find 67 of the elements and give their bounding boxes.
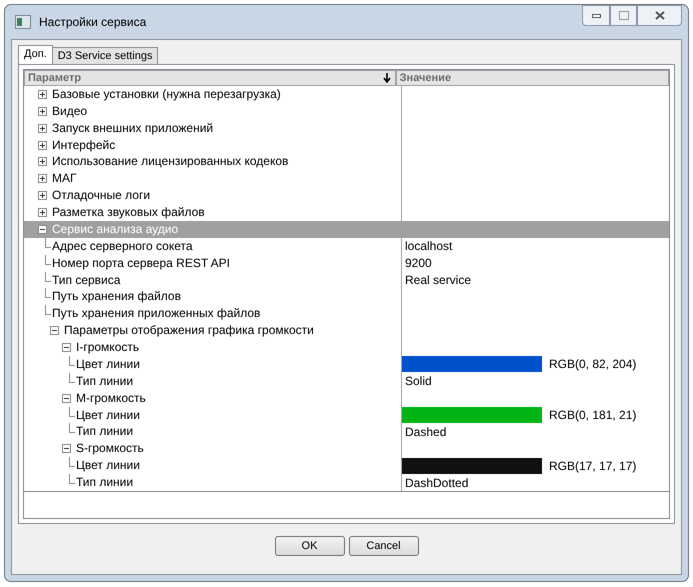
dialog-button[interactable]: OK bbox=[274, 536, 344, 556]
property-name[interactable]: Тип линии bbox=[76, 424, 134, 438]
column-header[interactable]: Параметр bbox=[24, 70, 396, 86]
property-value[interactable]: Real service bbox=[405, 273, 472, 287]
collapse-icon[interactable] bbox=[62, 394, 71, 403]
property-value[interactable]: DashDotted bbox=[405, 476, 468, 490]
property-name[interactable]: Параметры отображения графика громкости bbox=[64, 323, 314, 338]
maximize-icon bbox=[618, 11, 628, 20]
tree-line-icon bbox=[45, 272, 51, 282]
column-header[interactable]: Значение bbox=[396, 70, 669, 86]
tab[interactable]: Доп. bbox=[18, 45, 53, 64]
property-name[interactable]: Цвет линии bbox=[76, 356, 140, 371]
property-name[interactable]: I-громкость bbox=[76, 340, 140, 354]
minimize-button[interactable] bbox=[582, 5, 610, 26]
tree-line-icon bbox=[69, 423, 75, 434]
property-name[interactable]: S-громкость bbox=[76, 441, 144, 456]
expand-icon[interactable] bbox=[38, 124, 47, 133]
expand-icon[interactable] bbox=[38, 106, 47, 116]
tree-line-icon bbox=[45, 288, 51, 298]
app-icon bbox=[15, 15, 31, 29]
property-name[interactable]: Адрес серверного сокета bbox=[52, 238, 193, 253]
sort-arrow-icon bbox=[382, 72, 391, 83]
property-value[interactable]: 9200 bbox=[405, 256, 432, 270]
expand-icon[interactable] bbox=[38, 140, 47, 150]
tree-line-icon bbox=[69, 372, 75, 383]
tree-line-icon bbox=[69, 356, 75, 366]
expand-icon[interactable] bbox=[38, 208, 47, 218]
property-name[interactable]: Цвет линии bbox=[76, 408, 140, 422]
window-title: Настройки сервиса bbox=[39, 15, 146, 29]
property-name[interactable]: Базовые установки (нужна перезагрузка) bbox=[52, 86, 281, 101]
tree-line-icon bbox=[69, 457, 75, 468]
property-name[interactable]: Интерфейс bbox=[52, 138, 116, 152]
property-name[interactable]: Запуск внешних приложений bbox=[52, 120, 214, 135]
property-name[interactable]: МАГ bbox=[52, 171, 76, 186]
collapse-icon[interactable] bbox=[62, 444, 71, 454]
property-name[interactable]: Тип линии bbox=[76, 374, 134, 388]
property-value[interactable]: Dashed bbox=[405, 424, 446, 439]
property-value[interactable]: Solid bbox=[405, 374, 432, 388]
property-name[interactable]: Путь хранения файлов bbox=[52, 289, 181, 304]
tree-line-icon bbox=[45, 238, 51, 248]
tree-line-icon bbox=[45, 305, 51, 316]
tree-line-icon bbox=[69, 406, 75, 417]
collapse-icon[interactable] bbox=[38, 224, 47, 234]
dialog-button[interactable]: Cancel bbox=[348, 536, 418, 556]
expand-icon[interactable] bbox=[38, 191, 47, 200]
property-name[interactable]: Номер порта сервера REST API bbox=[52, 256, 230, 270]
expand-icon[interactable] bbox=[38, 174, 47, 184]
close-icon bbox=[654, 11, 664, 20]
tab[interactable]: D3 Service settings bbox=[52, 47, 158, 64]
property-name[interactable]: Видео bbox=[52, 104, 88, 118]
tree-line-icon bbox=[45, 254, 51, 265]
property-name[interactable]: Разметка звуковых файлов bbox=[52, 205, 205, 220]
close-button[interactable] bbox=[637, 5, 682, 26]
property-value[interactable]: localhost bbox=[405, 239, 452, 254]
expand-icon[interactable] bbox=[38, 90, 47, 99]
property-name[interactable]: Отладочные логи bbox=[52, 188, 150, 202]
collapse-icon[interactable] bbox=[50, 326, 59, 336]
property-name[interactable]: Тип линии bbox=[76, 475, 134, 490]
collapse-icon[interactable] bbox=[62, 343, 71, 352]
minimize-icon bbox=[592, 14, 600, 18]
property-name[interactable]: Тип сервиса bbox=[52, 272, 120, 287]
property-name[interactable]: Использование лицензированных кодеков bbox=[52, 154, 288, 168]
property-name[interactable]: Цвет линии bbox=[76, 458, 140, 472]
tree-line-icon bbox=[69, 474, 75, 484]
property-name[interactable]: M-громкость bbox=[76, 390, 146, 405]
property-name[interactable]: Путь хранения приложенных файлов bbox=[52, 306, 260, 320]
expand-icon[interactable] bbox=[38, 157, 47, 166]
